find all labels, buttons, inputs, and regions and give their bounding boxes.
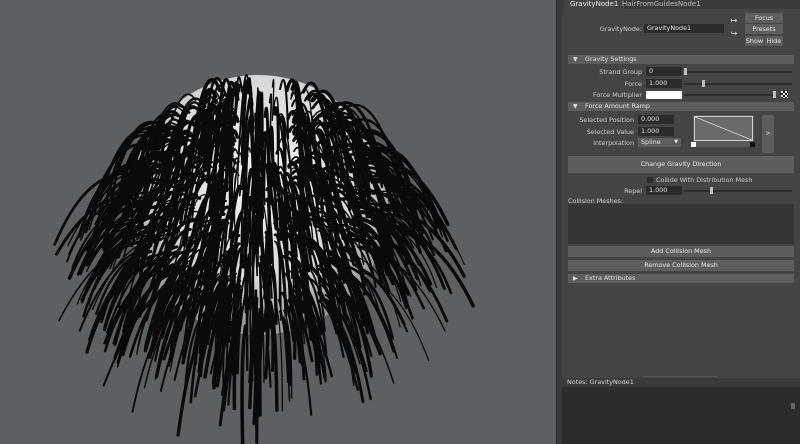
selected-value-label: Selected Value	[586, 128, 634, 136]
notes-textarea[interactable]	[562, 387, 800, 444]
attribute-editor: GravityNode1 HairFromGuidesNode1 Gravity…	[562, 0, 800, 444]
hair-render	[53, 74, 475, 444]
selected-position-field[interactable]: 0.000	[638, 115, 674, 124]
add-collision-mesh-button[interactable]: Add Collision Mesh	[568, 246, 794, 257]
force-label: Force	[624, 80, 642, 88]
presets-button[interactable]: Presets	[745, 24, 783, 34]
node-name-field[interactable]: GravityNode1	[644, 24, 724, 33]
extra-attributes-title: Extra Attributes	[585, 274, 636, 282]
selected-value-field[interactable]: 1.000	[638, 127, 674, 136]
select-output-icon[interactable]: ↪	[729, 29, 739, 38]
force-multiplier-slider[interactable]	[684, 94, 774, 96]
gravity-settings-title: Gravity Settings	[585, 55, 637, 63]
ramp-key-start[interactable]	[691, 142, 696, 147]
repel-slider-handle[interactable]	[710, 187, 714, 194]
collapse-arrow-icon: ▼	[573, 56, 578, 63]
focus-button[interactable]: Focus	[745, 13, 783, 23]
notes-label: Notes:	[567, 378, 588, 386]
tab-hairfromguidesnode1[interactable]: HairFromGuidesNode1	[616, 0, 707, 9]
change-gravity-direction-button[interactable]: Change Gravity Direction	[568, 156, 794, 173]
show-button[interactable]: Show	[745, 36, 764, 46]
notes-node-name: GravityNode1	[589, 378, 634, 386]
divider	[642, 376, 718, 377]
repel-label: Repel	[624, 187, 642, 195]
selected-position-label: Selected Position	[579, 116, 634, 124]
strand-group-slider[interactable]	[684, 71, 792, 73]
interpolation-value: Spline	[641, 138, 661, 146]
force-amount-ramp-header[interactable]: ▼ Force Amount Ramp	[568, 102, 794, 111]
node-name-label: GravityNode:	[599, 25, 642, 33]
repel-field[interactable]: 1.000	[646, 186, 682, 195]
ramp-expand-button[interactable]: >	[762, 115, 774, 153]
force-multiplier-slider-handle[interactable]	[773, 91, 776, 98]
interpolation-label: Interpolation	[593, 139, 634, 147]
strand-group-label: Strand Group	[599, 68, 642, 76]
repel-slider[interactable]	[684, 190, 792, 192]
hide-button[interactable]: Hide	[765, 36, 783, 46]
hair-strand	[253, 307, 257, 376]
collision-meshes-list[interactable]	[568, 204, 794, 244]
force-multiplier-color-swatch[interactable]	[646, 91, 682, 99]
notes-header: Notes: GravityNode1	[562, 378, 800, 387]
force-amount-ramp-title: Force Amount Ramp	[585, 102, 650, 110]
collide-checkbox[interactable]	[647, 177, 653, 183]
interpolation-dropdown[interactable]: Spline ▼	[638, 138, 681, 147]
chevron-down-icon: ▼	[674, 139, 678, 145]
ramp-key-end[interactable]	[750, 142, 755, 147]
force-slider[interactable]	[684, 83, 792, 85]
collapse-arrow-icon: ▼	[573, 103, 578, 110]
force-field[interactable]: 1.000	[646, 79, 682, 88]
strand-group-field[interactable]: 0	[646, 67, 682, 76]
scrollbar-handle[interactable]	[791, 403, 795, 409]
ramp-graph[interactable]	[694, 116, 753, 141]
select-input-icon[interactable]: ↦	[729, 16, 739, 25]
expand-arrow-icon: ▶	[573, 275, 578, 282]
ramp-curve	[694, 116, 753, 141]
tab-bar: GravityNode1 HairFromGuidesNode1	[562, 0, 800, 9]
viewport[interactable]	[0, 0, 556, 444]
collide-label: Collide With Distribution Mesh	[656, 176, 753, 184]
remove-collision-mesh-button[interactable]: Remove Collision Mesh	[568, 260, 794, 271]
map-texture-icon[interactable]	[781, 91, 788, 98]
force-slider-handle[interactable]	[701, 80, 705, 87]
hair-strand	[269, 300, 275, 372]
hair-strand	[258, 321, 262, 417]
strand-group-slider-handle[interactable]	[684, 68, 687, 75]
hair-strand	[240, 324, 248, 444]
gravity-settings-header[interactable]: ▼ Gravity Settings	[568, 55, 794, 64]
force-multiplier-label: Force Multiplier	[592, 91, 642, 99]
extra-attributes-header[interactable]: ▶ Extra Attributes	[568, 274, 794, 283]
